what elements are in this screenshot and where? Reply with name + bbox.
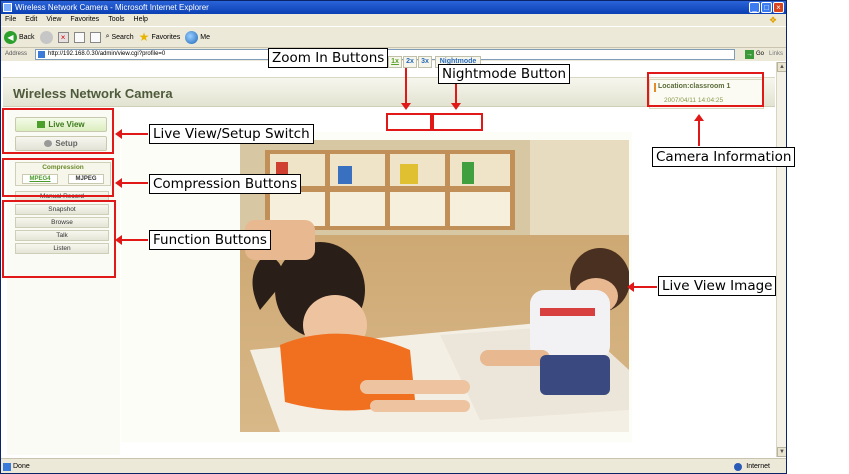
- address-label: Address: [5, 51, 28, 57]
- menu-favorites[interactable]: Favorites: [70, 14, 99, 26]
- back-arrow-icon: ◀: [4, 30, 17, 44]
- media-button[interactable]: Me: [185, 30, 210, 44]
- status-bar: Done Internet: [1, 458, 786, 473]
- callout-function: Function Buttons: [149, 230, 271, 250]
- address-url: http://192.168.0.30/admin/view.cgi?profi…: [48, 51, 166, 57]
- page-title: Wireless Network Camera: [13, 86, 173, 101]
- go-label: Go: [755, 51, 764, 57]
- camera-info-arrow: [694, 114, 704, 146]
- stop-button[interactable]: ×: [57, 31, 69, 43]
- page-done-icon: [3, 463, 11, 471]
- menu-help[interactable]: Help: [134, 14, 148, 26]
- refresh-button[interactable]: [73, 31, 85, 43]
- menu-tools[interactable]: Tools: [108, 14, 124, 26]
- menu-file[interactable]: File: [5, 14, 16, 26]
- live-setup-highlight-box: [2, 108, 114, 154]
- callout-nightmode: Nightmode Button: [438, 64, 571, 84]
- scroll-up-icon[interactable]: ▲: [777, 62, 786, 72]
- callout-live-image: Live View Image: [658, 276, 777, 296]
- internet-zone-icon: [734, 463, 743, 471]
- maximize-button[interactable]: □: [761, 2, 772, 13]
- zoom-arrow: [401, 68, 411, 110]
- browser-toolbar: ◀ Back × ⌕ Search ★ Favorites Me: [1, 26, 786, 48]
- favorites-label: Favorites: [151, 33, 181, 41]
- security-zone: Internet: [734, 459, 770, 473]
- nightmode-arrow: [451, 84, 461, 110]
- zone-label: Internet: [746, 463, 770, 470]
- zoom-buttons: 1x 2x 3x: [388, 56, 432, 68]
- go-arrow-icon: →: [744, 50, 754, 59]
- windows-logo-icon: ❖: [762, 14, 784, 26]
- scroll-down-icon[interactable]: ▼: [777, 447, 786, 457]
- callout-zoom: Zoom In Buttons: [268, 48, 389, 68]
- media-icon: [185, 30, 199, 44]
- window-title: Wireless Network Camera - Microsoft Inte…: [15, 3, 209, 12]
- camera-info-highlight-box: [647, 72, 764, 107]
- search-button[interactable]: ⌕ Search: [106, 33, 134, 41]
- links-button[interactable]: Links: [769, 48, 783, 61]
- minimize-button[interactable]: _: [749, 2, 760, 13]
- callout-camera-info: Camera Information: [652, 147, 796, 167]
- zoom-highlight-box: [386, 113, 432, 131]
- function-highlight-box: [2, 200, 116, 278]
- title-bar: Wireless Network Camera - Microsoft Inte…: [1, 1, 786, 14]
- go-button[interactable]: → Go: [744, 49, 764, 60]
- search-icon: ⌕: [105, 33, 110, 40]
- function-arrow: [115, 235, 148, 245]
- media-label: Me: [200, 33, 210, 41]
- zoom-3x-button[interactable]: 3x: [418, 56, 432, 68]
- back-label: Back: [19, 33, 35, 41]
- callout-compression: Compression Buttons: [149, 174, 302, 194]
- compression-highlight-box: [2, 158, 114, 197]
- zoom-1x-button[interactable]: 1x: [388, 56, 402, 68]
- status-text: Done: [13, 463, 30, 470]
- star-icon: ★: [138, 30, 150, 44]
- menu-view[interactable]: View: [46, 14, 61, 26]
- back-button[interactable]: ◀ Back: [4, 30, 35, 44]
- zoom-2x-button[interactable]: 2x: [403, 56, 417, 68]
- live-setup-arrow: [115, 129, 148, 139]
- callout-live-setup: Live View/Setup Switch: [149, 124, 314, 144]
- compression-arrow: [115, 178, 148, 188]
- favorites-button[interactable]: ★ Favorites: [139, 30, 181, 44]
- menu-bar: File Edit View Favorites Tools Help ❖: [1, 14, 786, 26]
- page-icon: [38, 51, 45, 58]
- menu-edit[interactable]: Edit: [25, 14, 37, 26]
- forward-button[interactable]: [39, 30, 53, 44]
- close-button[interactable]: ×: [773, 2, 784, 13]
- live-image-arrow: [627, 282, 657, 292]
- ie-app-icon: [3, 3, 12, 12]
- nightmode-highlight-box: [432, 113, 483, 131]
- home-button[interactable]: [89, 31, 101, 43]
- search-label: Search: [111, 33, 134, 41]
- vertical-scrollbar[interactable]: ▲ ▼: [776, 62, 786, 457]
